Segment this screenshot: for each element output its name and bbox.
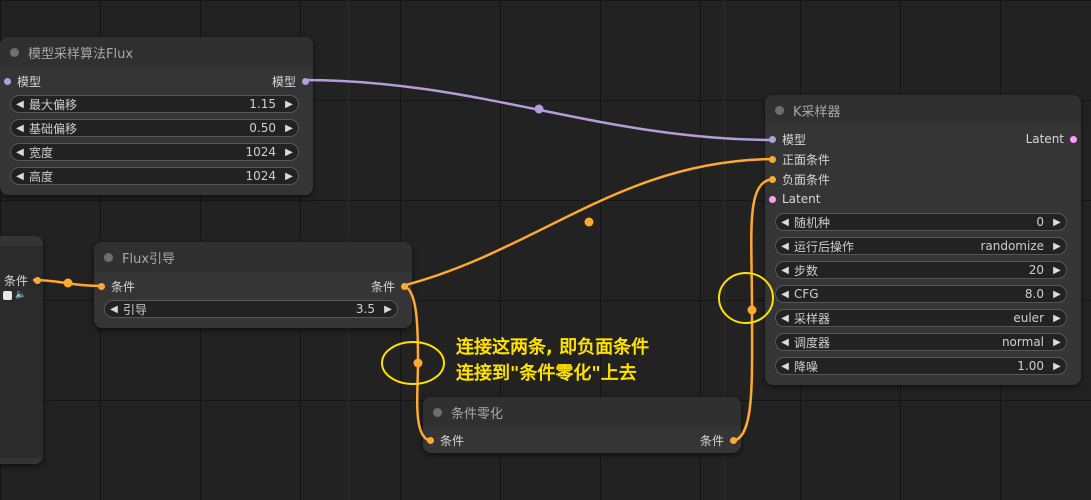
model-input-label: 模型 [17, 74, 42, 89]
positive-input-label: 正面条件 [782, 152, 831, 167]
cfg-widget[interactable]: ◀ CFG 8.0 ▶ [775, 285, 1067, 303]
decrement-arrow-icon[interactable]: ◀ [11, 99, 29, 110]
model-sampling-flux-node[interactable]: 模型采样算法Flux 模型 模型 ◀ 最大偏移 1.15 ▶ ◀ 基础偏移 0.… [0, 37, 313, 195]
conditioning-output-slot[interactable] [730, 436, 737, 444]
increment-arrow-icon[interactable]: ▶ [1048, 289, 1066, 300]
node-title: 条件零化 [451, 406, 504, 422]
increment-arrow-icon[interactable]: ▶ [280, 171, 298, 182]
conditioning-output-label: 条件 [370, 279, 395, 294]
latent-output-slot[interactable] [1070, 135, 1077, 143]
latent-output-label: Latent [1025, 132, 1064, 146]
increment-arrow-icon[interactable]: ▶ [280, 147, 298, 158]
node-title: Flux引导 [122, 251, 176, 267]
increment-arrow-icon[interactable]: ▶ [1048, 313, 1066, 324]
decrement-arrow-icon[interactable]: ◀ [776, 361, 794, 372]
width-widget[interactable]: ◀ 宽度 1024 ▶ [10, 143, 299, 161]
node-title: K采样器 [793, 104, 841, 120]
checkbox[interactable] [3, 290, 12, 300]
model-link[interactable] [302, 78, 776, 142]
ksampler-node[interactable]: K采样器 模型 Latent 正面条件 负面条件 Latent ◀ 随机种 0 [765, 95, 1081, 385]
partial-output-slot[interactable] [34, 276, 41, 284]
decrement-arrow-icon[interactable]: ◀ [776, 241, 794, 252]
collapse-dot[interactable] [104, 252, 113, 262]
guidance-zero-link-midpoint[interactable] [413, 358, 423, 368]
scheduler-widget[interactable]: ◀ 调度器 normal ▶ [775, 333, 1067, 351]
increment-arrow-icon[interactable]: ▶ [1048, 265, 1066, 276]
model-output-label: 模型 [271, 74, 296, 89]
node-title: 模型采样算法Flux [28, 46, 134, 62]
increment-arrow-icon[interactable]: ▶ [379, 304, 397, 315]
model-input-label: 模型 [782, 132, 807, 147]
collapse-dot[interactable] [433, 407, 442, 417]
increment-arrow-icon[interactable]: ▶ [280, 123, 298, 134]
partial-node-left[interactable]: 条件 🔈 [0, 236, 43, 464]
negative-link-midpoint[interactable] [747, 305, 757, 315]
conditioning-input-label: 条件 [111, 279, 136, 294]
annotation-line-1: 连接这两条, 即负面条件 [456, 337, 650, 358]
model-input-slot[interactable] [4, 77, 11, 85]
positive-input-slot[interactable] [769, 155, 776, 163]
decrement-arrow-icon[interactable]: ◀ [776, 289, 794, 300]
denoise-widget[interactable]: ◀ 降噪 1.00 ▶ [775, 357, 1067, 375]
partial-output-label: 条件 [3, 273, 28, 288]
conditioning-zero-out-node[interactable]: 条件零化 条件 条件 [423, 397, 741, 453]
latent-input-slot[interactable] [769, 195, 776, 203]
base-shift-widget[interactable]: ◀ 基础偏移 0.50 ▶ [10, 119, 299, 137]
speaker-icon[interactable]: 🔈 [15, 290, 26, 300]
model-input-slot[interactable] [769, 135, 776, 143]
conditioning-input-slot[interactable] [427, 436, 434, 444]
steps-widget[interactable]: ◀ 步数 20 ▶ [775, 261, 1067, 279]
control-after-generate-widget[interactable]: ◀ 运行后操作 randomize ▶ [775, 237, 1067, 255]
positive-link-midpoint[interactable] [584, 217, 594, 227]
negative-input-slot[interactable] [769, 175, 776, 183]
decrement-arrow-icon[interactable]: ◀ [105, 304, 123, 315]
instruction-annotation: 连接这两条, 即负面条件 连接到"条件零化"上去 [456, 335, 649, 387]
positive-conditioning-link[interactable] [401, 157, 776, 288]
model-output-slot[interactable] [302, 77, 309, 85]
decrement-arrow-icon[interactable]: ◀ [776, 313, 794, 324]
highlight-circle-left [381, 341, 445, 385]
max-shift-widget[interactable]: ◀ 最大偏移 1.15 ▶ [10, 95, 299, 113]
conditioning-output-slot[interactable] [401, 282, 408, 290]
increment-arrow-icon[interactable]: ▶ [280, 99, 298, 110]
increment-arrow-icon[interactable]: ▶ [1048, 241, 1066, 252]
seed-widget[interactable]: ◀ 随机种 0 ▶ [775, 213, 1067, 231]
collapse-dot[interactable] [775, 105, 784, 115]
decrement-arrow-icon[interactable]: ◀ [776, 217, 794, 228]
conditioning-input-slot[interactable] [98, 282, 105, 290]
decrement-arrow-icon[interactable]: ◀ [776, 265, 794, 276]
conditioning-output-label: 条件 [699, 433, 724, 448]
guidance-widget[interactable]: ◀ 引导 3.5 ▶ [104, 300, 398, 318]
increment-arrow-icon[interactable]: ▶ [1048, 217, 1066, 228]
conditioning-link-left-midpoint[interactable] [63, 278, 73, 288]
annotation-line-2: 连接到"条件零化"上去 [456, 363, 637, 384]
negative-input-label: 负面条件 [782, 172, 831, 187]
latent-input-label: Latent [782, 192, 821, 206]
increment-arrow-icon[interactable]: ▶ [1048, 337, 1066, 348]
conditioning-input-label: 条件 [440, 433, 465, 448]
model-link-midpoint[interactable] [534, 104, 544, 114]
increment-arrow-icon[interactable]: ▶ [1048, 361, 1066, 372]
decrement-arrow-icon[interactable]: ◀ [11, 147, 29, 158]
decrement-arrow-icon[interactable]: ◀ [776, 337, 794, 348]
collapse-dot[interactable] [10, 47, 19, 57]
flux-guidance-node[interactable]: Flux引导 条件 条件 ◀ 引导 3.5 ▶ [94, 242, 412, 328]
sampler-name-widget[interactable]: ◀ 采样器 euler ▶ [775, 309, 1067, 327]
height-widget[interactable]: ◀ 高度 1024 ▶ [10, 167, 299, 185]
decrement-arrow-icon[interactable]: ◀ [11, 171, 29, 182]
decrement-arrow-icon[interactable]: ◀ [11, 123, 29, 134]
